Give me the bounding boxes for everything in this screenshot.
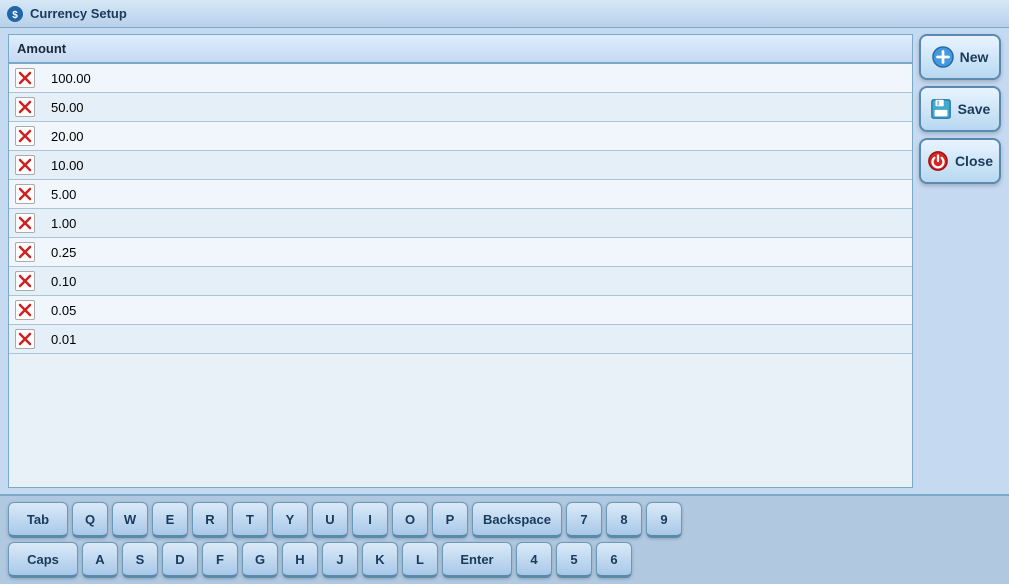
keyboard-area: TabQWERTYUIOPBackspace789 CapsASDFGHJKLE… [0,494,1009,584]
table-container: Amount 100.00 50.00 [8,34,913,488]
key-o[interactable]: O [392,502,428,538]
key-tab[interactable]: Tab [8,502,68,538]
delete-icon [18,71,32,85]
delete-row-button[interactable] [15,300,35,320]
key-l[interactable]: L [402,542,438,578]
delete-icon [18,332,32,346]
title-bar-text: Currency Setup [30,6,127,21]
save-icon [930,98,952,120]
keyboard-row-2: CapsASDFGHJKLEnter456 [8,542,1001,578]
sidebar: New Save Close [919,28,1009,494]
delete-icon [18,274,32,288]
amount-value: 5.00 [47,187,76,202]
amount-value: 1.00 [47,216,76,231]
amount-value: 100.00 [47,71,91,86]
delete-row-button[interactable] [15,126,35,146]
column-header-amount: Amount [9,35,912,63]
key-f[interactable]: F [202,542,238,578]
delete-row-button[interactable] [15,271,35,291]
new-button[interactable]: New [919,34,1001,80]
key-h[interactable]: H [282,542,318,578]
main-area: Amount 100.00 50.00 [0,28,1009,494]
amount-value: 0.05 [47,303,76,318]
table-row: 5.00 [9,180,912,209]
amount-value: 0.10 [47,274,76,289]
close-button[interactable]: Close [919,138,1001,184]
delete-row-button[interactable] [15,155,35,175]
key-7[interactable]: 7 [566,502,602,538]
table-row: 10.00 [9,151,912,180]
amount-table: Amount 100.00 50.00 [9,35,912,354]
delete-icon [18,100,32,114]
key-u[interactable]: U [312,502,348,538]
table-row: 0.01 [9,325,912,354]
key-p[interactable]: P [432,502,468,538]
key-k[interactable]: K [362,542,398,578]
delete-row-button[interactable] [15,213,35,233]
new-button-label: New [960,49,989,65]
key-w[interactable]: W [112,502,148,538]
amount-value: 0.01 [47,332,76,347]
delete-icon [18,187,32,201]
new-icon [932,46,954,68]
close-button-label: Close [955,153,993,169]
key-5[interactable]: 5 [556,542,592,578]
key-q[interactable]: Q [72,502,108,538]
delete-row-button[interactable] [15,242,35,262]
delete-row-button[interactable] [15,184,35,204]
title-bar: $ Currency Setup [0,0,1009,28]
key-enter[interactable]: Enter [442,542,512,578]
keyboard-row-1: TabQWERTYUIOPBackspace789 [8,502,1001,538]
key-s[interactable]: S [122,542,158,578]
table-row: 0.25 [9,238,912,267]
amount-value: 20.00 [47,129,84,144]
table-row: 100.00 [9,63,912,93]
delete-icon [18,303,32,317]
save-button-label: Save [958,101,991,117]
key-d[interactable]: D [162,542,198,578]
table-row: 50.00 [9,93,912,122]
key-4[interactable]: 4 [516,542,552,578]
key-a[interactable]: A [82,542,118,578]
delete-icon [18,216,32,230]
key-e[interactable]: E [152,502,188,538]
key-backspace[interactable]: Backspace [472,502,562,538]
amount-value: 10.00 [47,158,84,173]
delete-row-button[interactable] [15,329,35,349]
table-row: 0.05 [9,296,912,325]
table-row: 1.00 [9,209,912,238]
key-i[interactable]: I [352,502,388,538]
table-row: 0.10 [9,267,912,296]
key-j[interactable]: J [322,542,358,578]
svg-text:$: $ [12,10,18,21]
delete-row-button[interactable] [15,97,35,117]
key-8[interactable]: 8 [606,502,642,538]
key-r[interactable]: R [192,502,228,538]
key-g[interactable]: G [242,542,278,578]
key-caps[interactable]: Caps [8,542,78,578]
key-y[interactable]: Y [272,502,308,538]
key-9[interactable]: 9 [646,502,682,538]
delete-icon [18,158,32,172]
table-row: 20.00 [9,122,912,151]
delete-icon [18,245,32,259]
key-t[interactable]: T [232,502,268,538]
delete-row-button[interactable] [15,68,35,88]
amount-value: 0.25 [47,245,76,260]
key-6[interactable]: 6 [596,542,632,578]
app-icon: $ [6,5,24,23]
delete-icon [18,129,32,143]
save-button[interactable]: Save [919,86,1001,132]
close-icon [927,150,949,172]
amount-value: 50.00 [47,100,84,115]
